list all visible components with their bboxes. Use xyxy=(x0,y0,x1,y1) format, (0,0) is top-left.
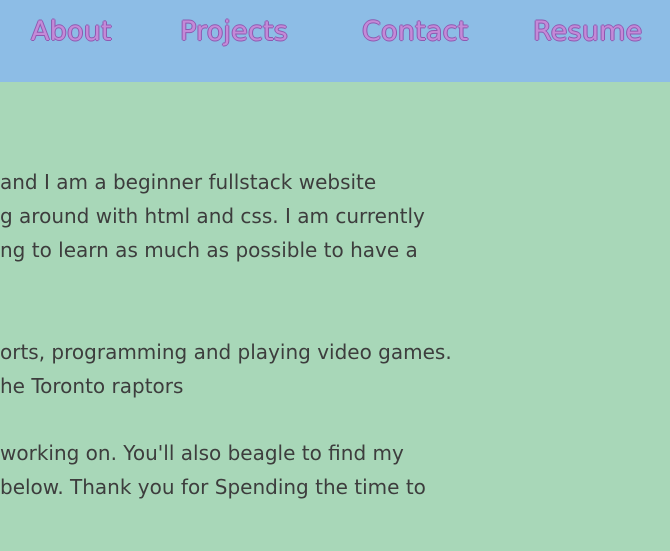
about-content-area: and I am a beginner fullstack website g … xyxy=(0,0,670,551)
interests-paragraph-line-1: orts, programming and playing video game… xyxy=(0,340,452,364)
closing-paragraph-line-2: below. Thank you for Spending the time t… xyxy=(0,475,426,499)
interests-paragraph-line-2: he Toronto raptors xyxy=(0,374,184,398)
intro-paragraph-line-2: g around with html and css. I am current… xyxy=(0,204,425,228)
intro-paragraph-line-3: ng to learn as much as possible to have … xyxy=(0,238,418,262)
closing-paragraph-line-1: working on. You'll also beagle to find m… xyxy=(0,441,404,465)
intro-paragraph-line-1: and I am a beginner fullstack website xyxy=(0,170,377,194)
